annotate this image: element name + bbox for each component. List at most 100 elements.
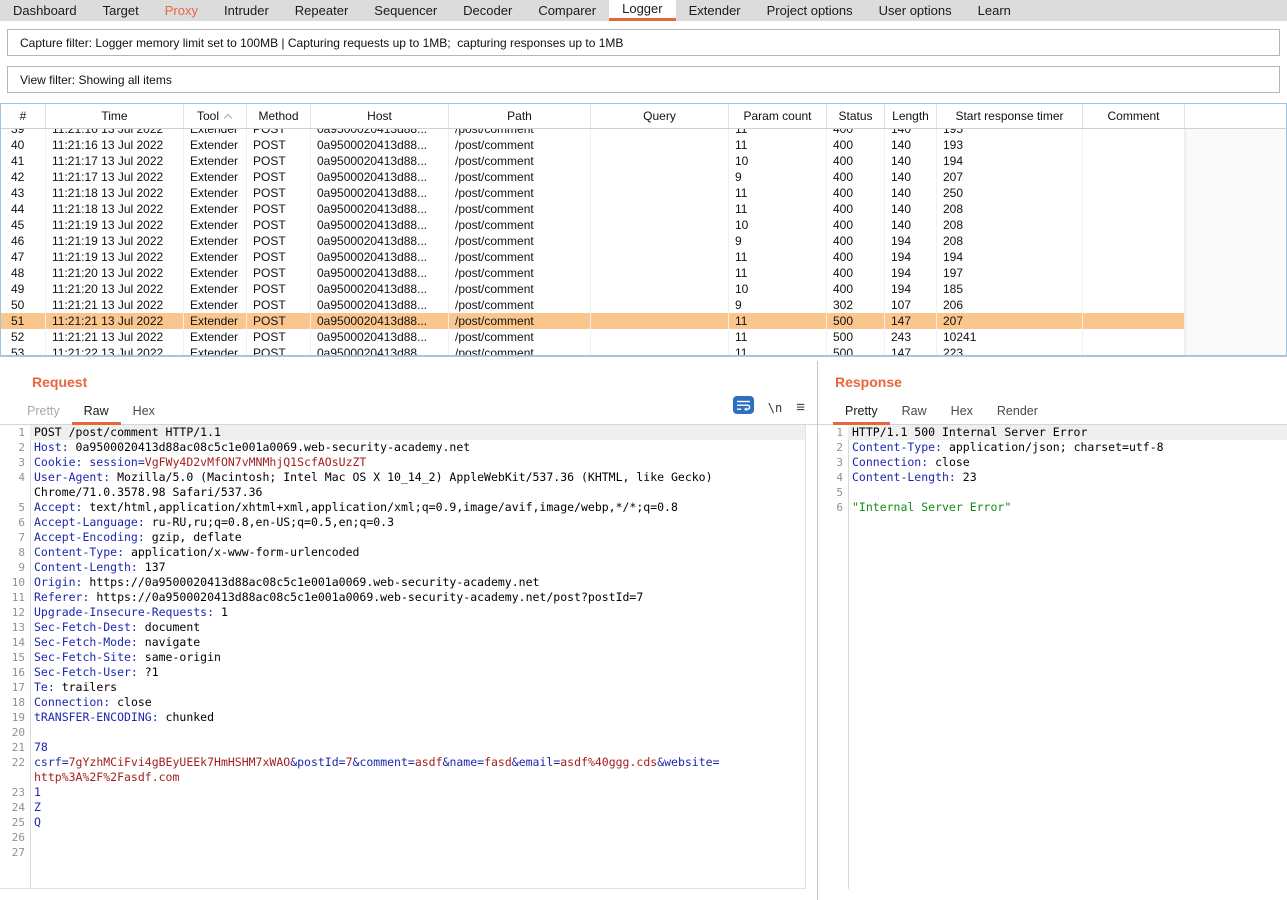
log-entry-row-39[interactable]: 3911:21:16 13 Jul 2022ExtenderPOST0a9500… <box>1 129 1286 137</box>
column-header-query[interactable]: Query <box>591 104 729 128</box>
log-entry-row-53[interactable]: 5311:21:22 13 Jul 2022ExtenderPOST0a9500… <box>1 345 1286 356</box>
tab-intruder[interactable]: Intruder <box>211 0 282 21</box>
editor-line: http%3A%2F%2Fasdf.com <box>0 770 805 785</box>
wrap-toggle-icon[interactable] <box>733 396 754 419</box>
column-header-status[interactable]: Status <box>827 104 885 128</box>
menu-icon[interactable]: ≡ <box>796 403 805 413</box>
cell-start-response-timer: 194 <box>937 153 1083 169</box>
line-number: 3 <box>0 455 30 470</box>
cell-host: 0a9500020413d88... <box>311 265 449 281</box>
tab-learn[interactable]: Learn <box>965 0 1024 21</box>
tab-logger[interactable]: Logger <box>609 0 675 21</box>
tab-comparer[interactable]: Comparer <box>525 0 609 21</box>
tab-repeater[interactable]: Repeater <box>282 0 361 21</box>
cell-path: /post/comment <box>449 345 591 356</box>
response-tab-raw[interactable]: Raw <box>890 400 939 425</box>
line-number: 1 <box>818 425 848 440</box>
capture-filter-bar[interactable]: Capture filter: Logger memory limit set … <box>7 29 1280 56</box>
response-tab-pretty[interactable]: Pretty <box>833 400 890 425</box>
cell-tool: Extender <box>184 281 247 297</box>
line-number: 8 <box>0 545 30 560</box>
column-header-path[interactable]: Path <box>449 104 591 128</box>
log-entry-row-47[interactable]: 4711:21:19 13 Jul 2022ExtenderPOST0a9500… <box>1 249 1286 265</box>
log-entry-row-41[interactable]: 4111:21:17 13 Jul 2022ExtenderPOST0a9500… <box>1 153 1286 169</box>
request-title: Request <box>32 374 817 393</box>
column-header-comment[interactable]: Comment <box>1083 104 1185 128</box>
column-header-host[interactable]: Host <box>311 104 449 128</box>
log-entry-row-48[interactable]: 4811:21:20 13 Jul 2022ExtenderPOST0a9500… <box>1 265 1286 281</box>
tab-extender[interactable]: Extender <box>676 0 754 21</box>
line-number: 26 <box>0 830 30 845</box>
column-header-param-count[interactable]: Param count <box>729 104 827 128</box>
cell--: 39 <box>1 129 46 137</box>
code-line: Upgrade-Insecure-Requests: 1 <box>30 605 805 620</box>
cell-empty <box>1185 345 1286 356</box>
request-tab-hex[interactable]: Hex <box>121 400 167 425</box>
column-header--[interactable]: # <box>1 104 46 128</box>
log-entry-row-49[interactable]: 4911:21:20 13 Jul 2022ExtenderPOST0a9500… <box>1 281 1286 297</box>
cell-path: /post/comment <box>449 129 591 137</box>
view-filter-bar[interactable]: View filter: Showing all items <box>7 66 1280 93</box>
tab-sequencer[interactable]: Sequencer <box>361 0 450 21</box>
cell-comment <box>1083 329 1185 345</box>
request-tab-raw[interactable]: Raw <box>72 400 121 425</box>
editor-line: 25Q <box>0 815 805 830</box>
log-entry-row-50[interactable]: 5011:21:21 13 Jul 2022ExtenderPOST0a9500… <box>1 297 1286 313</box>
code-line: Sec-Fetch-Site: same-origin <box>30 650 805 665</box>
column-header-method[interactable]: Method <box>247 104 311 128</box>
cell-query <box>591 313 729 329</box>
request-editor[interactable]: 1POST /post/comment HTTP/1.12Host: 0a950… <box>0 425 806 889</box>
cell-method: POST <box>247 153 311 169</box>
request-tab-pretty[interactable]: Pretty <box>15 400 72 425</box>
logger-table-header: #TimeToolMethodHostPathQueryParam countS… <box>1 104 1286 129</box>
cell-query <box>591 169 729 185</box>
newline-icon[interactable]: \n <box>768 401 782 415</box>
log-entry-row-42[interactable]: 4211:21:17 13 Jul 2022ExtenderPOST0a9500… <box>1 169 1286 185</box>
response-title: Response <box>835 374 1287 393</box>
editor-line: 1POST /post/comment HTTP/1.1 <box>0 425 805 440</box>
log-entry-row-44[interactable]: 4411:21:18 13 Jul 2022ExtenderPOST0a9500… <box>1 201 1286 217</box>
log-entry-row-51[interactable]: 5111:21:21 13 Jul 2022ExtenderPOST0a9500… <box>1 313 1286 329</box>
tab-user-options[interactable]: User options <box>866 0 965 21</box>
cell-start-response-timer: 194 <box>937 249 1083 265</box>
tab-decoder[interactable]: Decoder <box>450 0 525 21</box>
line-number: 4 <box>818 470 848 485</box>
code-line: "Internal Server Error" <box>848 500 1287 515</box>
code-line <box>30 725 805 740</box>
cell-length: 140 <box>885 185 937 201</box>
logger-table: #TimeToolMethodHostPathQueryParam countS… <box>0 103 1287 356</box>
code-line <box>30 845 805 860</box>
cell-time: 11:21:17 13 Jul 2022 <box>46 169 184 185</box>
editor-line: 26 <box>0 830 805 845</box>
log-entry-row-43[interactable]: 4311:21:18 13 Jul 2022ExtenderPOST0a9500… <box>1 185 1286 201</box>
response-editor[interactable]: 1HTTP/1.1 500 Internal Server Error2Cont… <box>818 425 1287 889</box>
column-header-time[interactable]: Time <box>46 104 184 128</box>
response-tab-render[interactable]: Render <box>985 400 1050 425</box>
log-entry-row-52[interactable]: 5211:21:21 13 Jul 2022ExtenderPOST0a9500… <box>1 329 1286 345</box>
log-entry-row-45[interactable]: 4511:21:19 13 Jul 2022ExtenderPOST0a9500… <box>1 217 1286 233</box>
cell-method: POST <box>247 217 311 233</box>
column-header-start-response-timer[interactable]: Start response timer <box>937 104 1083 128</box>
code-line: User-Agent: Mozilla/5.0 (Macintosh; Inte… <box>30 470 805 485</box>
cell-host: 0a9500020413d88... <box>311 217 449 233</box>
cell-tool: Extender <box>184 169 247 185</box>
code-line: HTTP/1.1 500 Internal Server Error <box>848 425 1287 440</box>
column-header-tool[interactable]: Tool <box>184 104 247 128</box>
tab-dashboard[interactable]: Dashboard <box>0 0 90 21</box>
tab-proxy[interactable]: Proxy <box>152 0 211 21</box>
tab-project-options[interactable]: Project options <box>754 0 866 21</box>
cell-path: /post/comment <box>449 201 591 217</box>
column-header-length[interactable]: Length <box>885 104 937 128</box>
response-pane: Response PrettyRawHexRender 1HTTP/1.1 50… <box>818 361 1287 900</box>
line-number: 20 <box>0 725 30 740</box>
editor-line: 12Upgrade-Insecure-Requests: 1 <box>0 605 805 620</box>
cell-length: 140 <box>885 169 937 185</box>
tab-target[interactable]: Target <box>90 0 152 21</box>
editor-line: 7Accept-Encoding: gzip, deflate <box>0 530 805 545</box>
log-entry-row-46[interactable]: 4611:21:19 13 Jul 2022ExtenderPOST0a9500… <box>1 233 1286 249</box>
cell-status: 400 <box>827 217 885 233</box>
cell-status: 400 <box>827 129 885 137</box>
log-entry-row-40[interactable]: 4011:21:16 13 Jul 2022ExtenderPOST0a9500… <box>1 137 1286 153</box>
cell-comment <box>1083 281 1185 297</box>
response-tab-hex[interactable]: Hex <box>939 400 985 425</box>
